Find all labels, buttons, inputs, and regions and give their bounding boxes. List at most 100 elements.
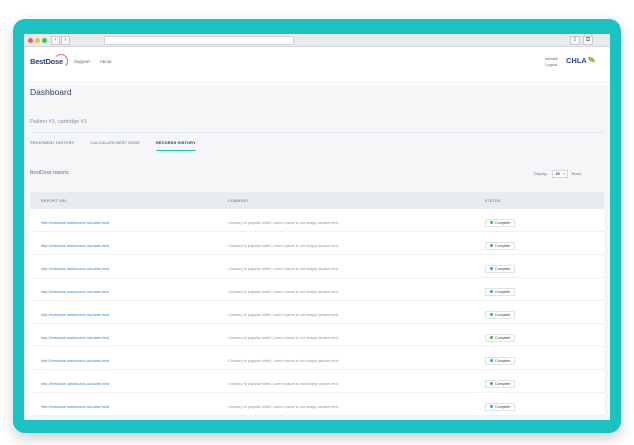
minimize-window-dot[interactable] [35, 38, 40, 43]
status-text: Complete [495, 312, 511, 317]
status-cell: Complete [485, 326, 604, 344]
report-url-cell: http://bestdose.dashboard.calculate.best [30, 303, 228, 321]
status-cell: Complete [485, 257, 604, 275]
report-url-cell: http://bestdose.dashboard.calculate.best [30, 372, 228, 390]
reports-title: BestDose reports [30, 170, 69, 176]
report-url-link[interactable]: http://bestdose.dashboard.calculate.best [41, 244, 109, 248]
report-url-cell: http://bestdose.dashboard.calculate.best [30, 280, 228, 298]
comment-text: Contrary to popular belief, Lorem Ipsum … [228, 405, 340, 409]
report-url-link[interactable]: http://bestdose.dashboard.calculate.best [41, 290, 109, 294]
table-row: http://bestdose.dashboard.calculate.best… [30, 301, 604, 324]
status-badge: Complete [485, 379, 516, 388]
report-url-link[interactable]: http://bestdose.dashboard.calculate.best [41, 313, 109, 317]
comment-cell: Contrary to popular belief, Lorem Ipsum … [228, 257, 485, 275]
status-cell: Complete [485, 280, 604, 298]
report-url-cell: http://bestdose.dashboard.calculate.best [30, 257, 228, 275]
table-row: http://bestdose.dashboard.calculate.best… [30, 347, 604, 370]
table-row: http://bestdose.dashboard.calculate.best… [30, 393, 604, 416]
tab-bar: TREATMENT HISTORY CALCULATE BEST DOSE RE… [30, 141, 196, 151]
back-arrow-icon[interactable]: ‹ [51, 36, 60, 45]
status-dot-icon [490, 313, 493, 316]
status-badge: Complete [485, 402, 516, 411]
chla-logo: CHLA [566, 56, 595, 65]
user-block: admin2 Logout [545, 56, 558, 68]
comment-text: Contrary to popular belief, Lorem Ipsum … [228, 221, 340, 225]
status-cell: Complete [485, 372, 604, 390]
bestdose-logo[interactable]: BestDose [30, 54, 68, 68]
report-url-link[interactable]: http://bestdose.dashboard.calculate.best [41, 336, 109, 340]
report-url-link[interactable]: http://bestdose.dashboard.calculate.best [41, 267, 109, 271]
status-cell: Complete [485, 349, 604, 367]
status-text: Complete [495, 335, 511, 340]
org-logo-text: CHLA [566, 56, 587, 65]
report-url-cell: http://bestdose.dashboard.calculate.best [30, 395, 228, 413]
report-url-cell: http://bestdose.dashboard.calculate.best [30, 349, 228, 367]
report-url-link[interactable]: http://bestdose.dashboard.calculate.best [41, 359, 109, 363]
report-url-cell: http://bestdose.dashboard.calculate.best [30, 234, 228, 252]
status-cell: Complete [485, 395, 604, 413]
rows-label: Rows [571, 172, 582, 176]
status-badge: Complete [485, 287, 516, 296]
status-badge: Complete [485, 310, 516, 319]
logout-link[interactable]: Logout [545, 62, 558, 68]
report-url-cell: http://bestdose.dashboard.calculate.best [30, 211, 228, 229]
status-dot-icon [490, 244, 493, 247]
nav-about-link[interactable]: About [100, 59, 112, 64]
tabs-icon[interactable]: ⧉ [583, 36, 593, 45]
comment-text: Contrary to popular belief, Lorem Ipsum … [228, 359, 340, 363]
comment-text: Contrary to popular belief, Lorem Ipsum … [228, 290, 340, 294]
status-dot-icon [490, 359, 493, 362]
comment-cell: Contrary to popular belief, Lorem Ipsum … [228, 372, 485, 390]
tab-treatment-history[interactable]: TREATMENT HISTORY [30, 141, 74, 151]
comment-text: Contrary to popular belief, Lorem Ipsum … [228, 382, 340, 386]
maximize-window-dot[interactable] [42, 38, 47, 43]
display-label: Display: [534, 172, 548, 176]
app-header: BestDose Support About admin2 Logout CHL… [24, 47, 610, 83]
table-header: REPORT URL COMMENT STATUS [30, 192, 604, 209]
rows-per-page-select[interactable]: 20 [551, 170, 568, 178]
status-badge: Complete [485, 264, 516, 273]
status-badge: Complete [485, 356, 516, 365]
report-url-link[interactable]: http://bestdose.dashboard.calculate.best [41, 382, 109, 386]
status-text: Complete [495, 243, 511, 248]
table-row: http://bestdose.dashboard.calculate.best… [30, 232, 604, 255]
comment-text: Contrary to popular belief, Lorem Ipsum … [228, 244, 340, 248]
column-header-report-url[interactable]: REPORT URL [30, 199, 228, 203]
status-text: Complete [495, 404, 511, 409]
address-bar[interactable] [104, 36, 294, 45]
status-text: Complete [495, 381, 511, 386]
leaf-icon [587, 57, 595, 62]
browser-window: ‹ › ⇪ ⧉ BestDose Support About admin2 Lo… [24, 34, 610, 420]
comment-cell: Contrary to popular belief, Lorem Ipsum … [228, 349, 485, 367]
column-header-comment[interactable]: COMMENT [228, 199, 485, 203]
display-control: Display: 20 Rows [534, 170, 581, 178]
share-icon[interactable]: ⇪ [570, 36, 580, 45]
comment-cell: Contrary to popular belief, Lorem Ipsum … [228, 326, 485, 344]
comment-cell: Contrary to popular belief, Lorem Ipsum … [228, 395, 485, 413]
status-text: Complete [495, 289, 511, 294]
status-dot-icon [490, 221, 493, 224]
status-text: Complete [495, 220, 511, 225]
table-row: http://bestdose.dashboard.calculate.best… [30, 278, 604, 301]
status-dot-icon [490, 405, 493, 408]
table-row: http://bestdose.dashboard.calculate.best… [30, 324, 604, 347]
comment-cell: Contrary to popular belief, Lorem Ipsum … [228, 211, 485, 229]
table-row: http://bestdose.dashboard.calculate.best… [30, 209, 604, 232]
comment-cell: Contrary to popular belief, Lorem Ipsum … [228, 303, 485, 321]
status-dot-icon [490, 336, 493, 339]
status-badge: Complete [485, 333, 516, 342]
tab-records-history[interactable]: RECORDS HISTORY [155, 141, 196, 151]
column-header-status[interactable]: STATUS [485, 199, 604, 203]
table-row: http://bestdose.dashboard.calculate.best… [30, 255, 604, 278]
close-window-dot[interactable] [28, 38, 33, 43]
comment-cell: Contrary to popular belief, Lorem Ipsum … [228, 234, 485, 252]
comment-cell: Contrary to popular belief, Lorem Ipsum … [228, 280, 485, 298]
table-body: http://bestdose.dashboard.calculate.best… [30, 209, 604, 416]
nav-support-link[interactable]: Support [74, 59, 90, 64]
status-cell: Complete [485, 211, 604, 229]
section-divider [30, 132, 604, 133]
report-url-link[interactable]: http://bestdose.dashboard.calculate.best [41, 221, 109, 225]
tab-calculate-best-dose[interactable]: CALCULATE BEST DOSE [90, 141, 140, 151]
report-url-link[interactable]: http://bestdose.dashboard.calculate.best [41, 405, 109, 409]
forward-arrow-icon[interactable]: › [61, 36, 70, 45]
